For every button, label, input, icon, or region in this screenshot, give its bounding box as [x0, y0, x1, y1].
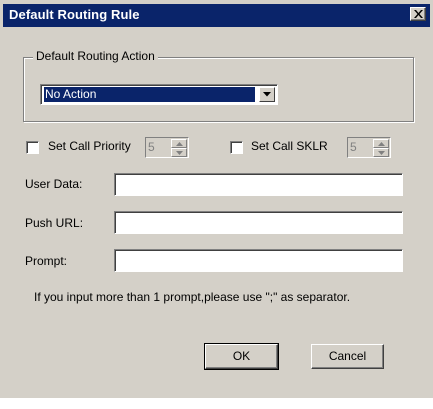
routing-action-selected-value: No Action	[43, 86, 256, 103]
dropdown-button[interactable]	[259, 87, 275, 102]
arrow-up-icon	[378, 142, 385, 146]
arrow-down-icon	[176, 151, 183, 155]
arrow-down-icon	[378, 151, 385, 155]
prompt-separator-hint: If you input more than 1 prompt,please u…	[34, 290, 351, 304]
close-button[interactable]	[410, 7, 426, 21]
call-priority-up-button[interactable]	[171, 139, 187, 148]
call-sklr-checkbox[interactable]	[230, 141, 243, 154]
call-priority-value: 5	[148, 140, 155, 154]
call-priority-down-button[interactable]	[171, 148, 187, 157]
user-data-input[interactable]	[114, 173, 403, 196]
prompt-label: Prompt:	[25, 254, 68, 268]
dialog-window: Default Routing Rule Default Routing Act…	[0, 0, 433, 409]
prompt-input[interactable]	[114, 249, 403, 272]
call-priority-spinner[interactable]: 5	[145, 137, 189, 158]
title-bar: Default Routing Rule	[3, 4, 430, 27]
window-bottom-edge	[0, 398, 433, 409]
user-data-label: User Data:	[25, 177, 83, 191]
cancel-button[interactable]: Cancel	[311, 344, 384, 369]
arrow-up-icon	[176, 142, 183, 146]
close-icon	[414, 10, 423, 18]
call-priority-label: Set Call Priority	[48, 139, 131, 153]
call-sklr-up-button[interactable]	[373, 139, 389, 148]
call-sklr-spinner[interactable]: 5	[347, 137, 391, 158]
routing-action-select[interactable]: No Action	[40, 84, 278, 105]
call-priority-checkbox[interactable]	[26, 141, 39, 154]
routing-action-group-label: Default Routing Action	[33, 49, 158, 63]
ok-button[interactable]: OK	[204, 343, 279, 370]
call-sklr-value: 5	[350, 140, 357, 154]
call-sklr-down-button[interactable]	[373, 148, 389, 157]
push-url-input[interactable]	[114, 211, 403, 234]
chevron-down-icon	[263, 92, 271, 97]
dialog-title: Default Routing Rule	[9, 7, 140, 22]
push-url-label: Push URL:	[25, 216, 84, 230]
call-sklr-label: Set Call SKLR	[251, 139, 328, 153]
